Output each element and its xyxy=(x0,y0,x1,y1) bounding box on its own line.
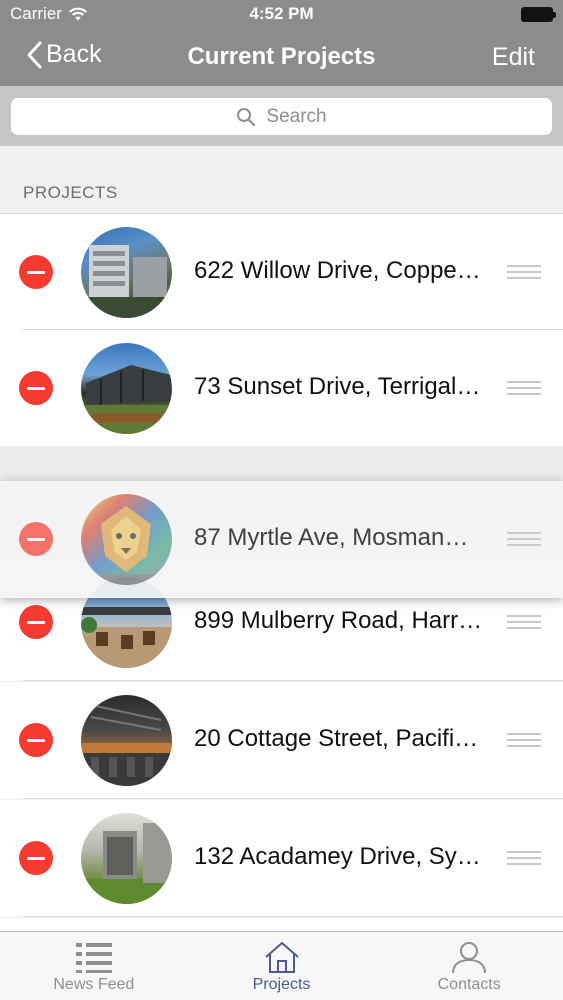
person-icon xyxy=(452,942,487,974)
back-button[interactable]: Back xyxy=(26,40,102,69)
delete-button[interactable] xyxy=(19,723,53,757)
project-thumbnail xyxy=(81,494,172,585)
tab-label: Projects xyxy=(252,976,311,993)
project-label: 899 Mulberry Road, Harr… xyxy=(194,607,483,634)
project-thumbnail xyxy=(81,227,172,318)
delete-button[interactable] xyxy=(19,255,53,289)
reorder-handle-icon[interactable] xyxy=(507,733,541,747)
status-time: 4:52 PM xyxy=(249,4,314,23)
home-icon xyxy=(264,942,299,973)
reorder-handle-icon[interactable] xyxy=(507,532,541,546)
battery-icon xyxy=(521,7,556,22)
tab-contacts[interactable]: Contacts xyxy=(375,932,563,1000)
project-label: 87 Myrtle Ave, Mosman… xyxy=(194,524,469,551)
delete-button[interactable] xyxy=(19,841,53,875)
search-input[interactable]: Search xyxy=(11,98,552,135)
back-label: Back xyxy=(46,40,102,68)
status-bar: Carrier 4:52 PM xyxy=(0,0,563,28)
project-row[interactable]: 73 Sunset Drive, Terrigal… xyxy=(0,330,563,447)
reorder-handle-icon[interactable] xyxy=(507,615,541,629)
search-placeholder: Search xyxy=(266,105,327,127)
project-thumbnail xyxy=(81,695,172,786)
list-icon xyxy=(75,943,112,973)
reorder-handle-icon[interactable] xyxy=(507,851,541,865)
project-row[interactable]: 622 Willow Drive, Coppe… xyxy=(0,213,563,330)
tab-projects[interactable]: Projects xyxy=(188,932,376,1000)
row-divider xyxy=(23,798,563,799)
navigation-bar: Back Current Projects Edit xyxy=(0,28,563,86)
section-header: PROJECTS xyxy=(23,183,118,202)
row-divider xyxy=(23,916,563,917)
reorder-handle-icon[interactable] xyxy=(507,381,541,395)
search-icon xyxy=(237,107,256,126)
project-label: 622 Willow Drive, Coppe… xyxy=(194,257,481,284)
project-row-dragging[interactable]: 87 Myrtle Ave, Mosman… xyxy=(0,481,563,598)
row-divider xyxy=(23,680,563,681)
project-label: 73 Sunset Drive, Terrigal… xyxy=(194,373,481,400)
tab-label: Contacts xyxy=(437,976,501,993)
project-thumbnail xyxy=(81,343,172,434)
project-row[interactable]: 132 Acadamey Drive, Sy… xyxy=(0,800,563,917)
tab-bar: News Feed Projects Contacts xyxy=(0,931,563,1000)
tab-label: News Feed xyxy=(53,976,135,993)
delete-button[interactable] xyxy=(19,371,53,405)
project-thumbnail xyxy=(81,813,172,904)
edit-button[interactable]: Edit xyxy=(492,43,535,72)
search-bar: Search xyxy=(0,86,563,146)
delete-button[interactable] xyxy=(19,522,53,556)
chevron-left-icon xyxy=(27,41,42,68)
tab-news-feed[interactable]: News Feed xyxy=(0,932,188,1000)
project-label: 20 Cottage Street, Pacifi… xyxy=(194,725,479,752)
project-label: 132 Acadamey Drive, Sy… xyxy=(194,843,481,870)
reorder-handle-icon[interactable] xyxy=(507,265,541,279)
project-row[interactable]: 20 Cottage Street, Pacifi… xyxy=(0,682,563,799)
delete-button[interactable] xyxy=(19,605,53,639)
